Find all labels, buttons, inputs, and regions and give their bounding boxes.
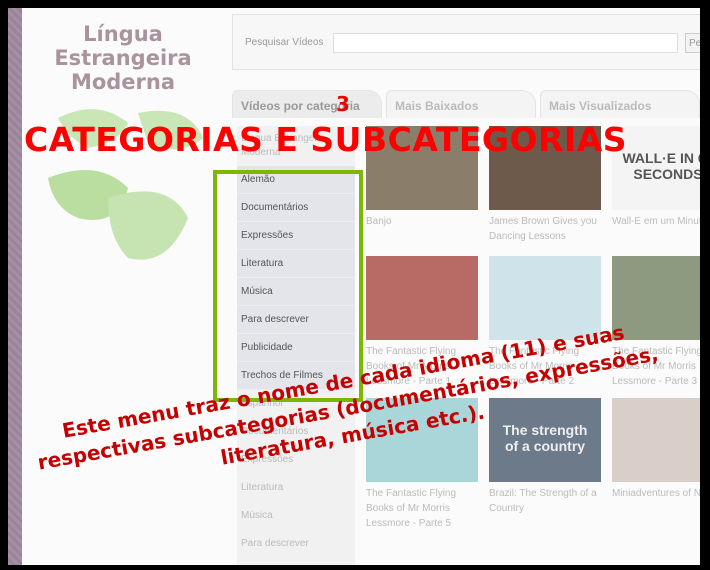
sidebar-item[interactable]: Literatura — [237, 474, 355, 502]
logo-line: Língua — [83, 22, 163, 46]
highlight-box — [213, 170, 363, 402]
tab-videos-por-categoria[interactable]: Vídeos por categoria — [232, 90, 382, 118]
tab-mais-visualizados[interactable]: Mais Visualizados — [540, 90, 700, 118]
video-title[interactable]: Wall-E em um Minuto — [612, 214, 700, 229]
search-bar: Pesquisar Vídeos Pe — [232, 14, 700, 70]
video-thumbnail[interactable] — [366, 256, 478, 340]
search-input[interactable] — [333, 33, 678, 53]
search-button[interactable]: Pe — [685, 33, 700, 53]
screenshot: Língua Estrangeira Moderna Pesquisar Víd… — [8, 8, 700, 565]
video-thumbnail[interactable] — [612, 398, 700, 482]
site-logo[interactable]: Língua Estrangeira Moderna — [48, 22, 198, 94]
logo-line: Estrangeira — [54, 46, 192, 70]
tab-mais-baixados[interactable]: Mais Baixados — [386, 90, 536, 118]
sidebar-item[interactable]: Para descrever — [237, 530, 355, 558]
video-title[interactable]: The Fantastic Flying Books of Mr Morris … — [366, 486, 480, 531]
video-title[interactable]: Banjo — [366, 214, 480, 229]
search-label: Pesquisar Vídeos — [245, 37, 324, 48]
video-title[interactable]: James Brown Gives you Dancing Lessons — [489, 214, 603, 244]
annotation-title: CATEGORIAS E SUBCATEGORIAS — [24, 120, 628, 159]
sidebar-item[interactable]: Música — [237, 502, 355, 530]
video-card[interactable]: Miniadventures of N — [612, 398, 700, 501]
annotation-number: 3 — [336, 92, 350, 116]
video-title[interactable]: Miniadventures of N — [612, 486, 700, 501]
logo-line: Moderna — [70, 70, 176, 94]
video-title[interactable]: Brazil: The Strength of a Country — [489, 486, 603, 516]
side-stripe — [8, 8, 22, 565]
